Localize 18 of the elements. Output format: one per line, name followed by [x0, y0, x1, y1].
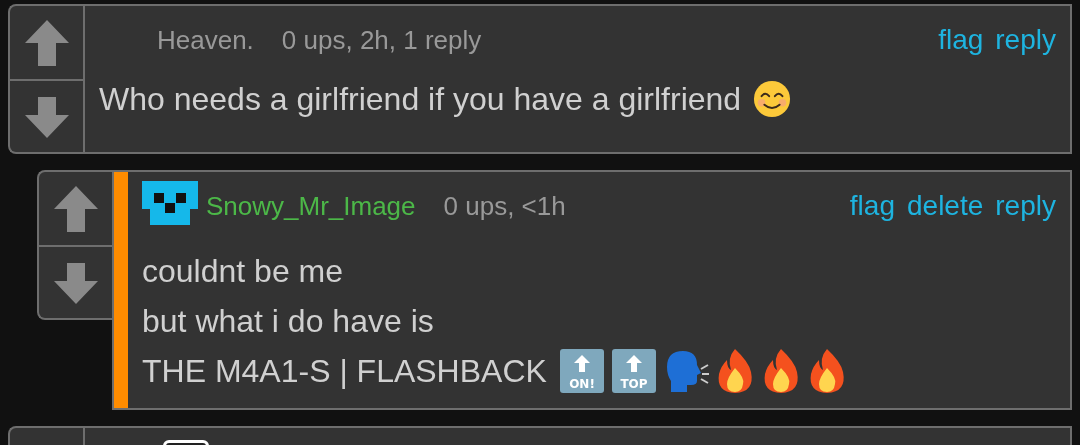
arrow-key-icon: ON!: [558, 348, 605, 394]
comment-text: couldnt be me: [142, 252, 343, 290]
arrow-key-icon: TOP: [610, 348, 657, 394]
action-link[interactable]: reply: [995, 190, 1056, 222]
comment-meta: 0 ups, <1h: [443, 190, 566, 222]
comment-text: but what i do have is: [142, 302, 434, 340]
action-link[interactable]: delete: [907, 190, 984, 222]
comment-text: Who needs a girlfriend if you have a girlfriend: [99, 80, 742, 118]
comment-text: THE M4A1-S | FLASHBACK: [142, 352, 547, 390]
author-link[interactable]: Snowy_Mr_Image: [206, 190, 416, 222]
action-link[interactable]: reply: [995, 24, 1056, 56]
down-arrow-icon: [23, 94, 70, 139]
author-link[interactable]: Heaven.: [157, 24, 254, 56]
smiling-face-icon: [753, 80, 792, 118]
down-arrow-icon: [52, 260, 99, 305]
action-link[interactable]: flag: [938, 24, 984, 56]
comment-meta: 0 ups, 2h, 1 reply: [281, 24, 482, 56]
action-link[interactable]: flag: [849, 190, 895, 222]
